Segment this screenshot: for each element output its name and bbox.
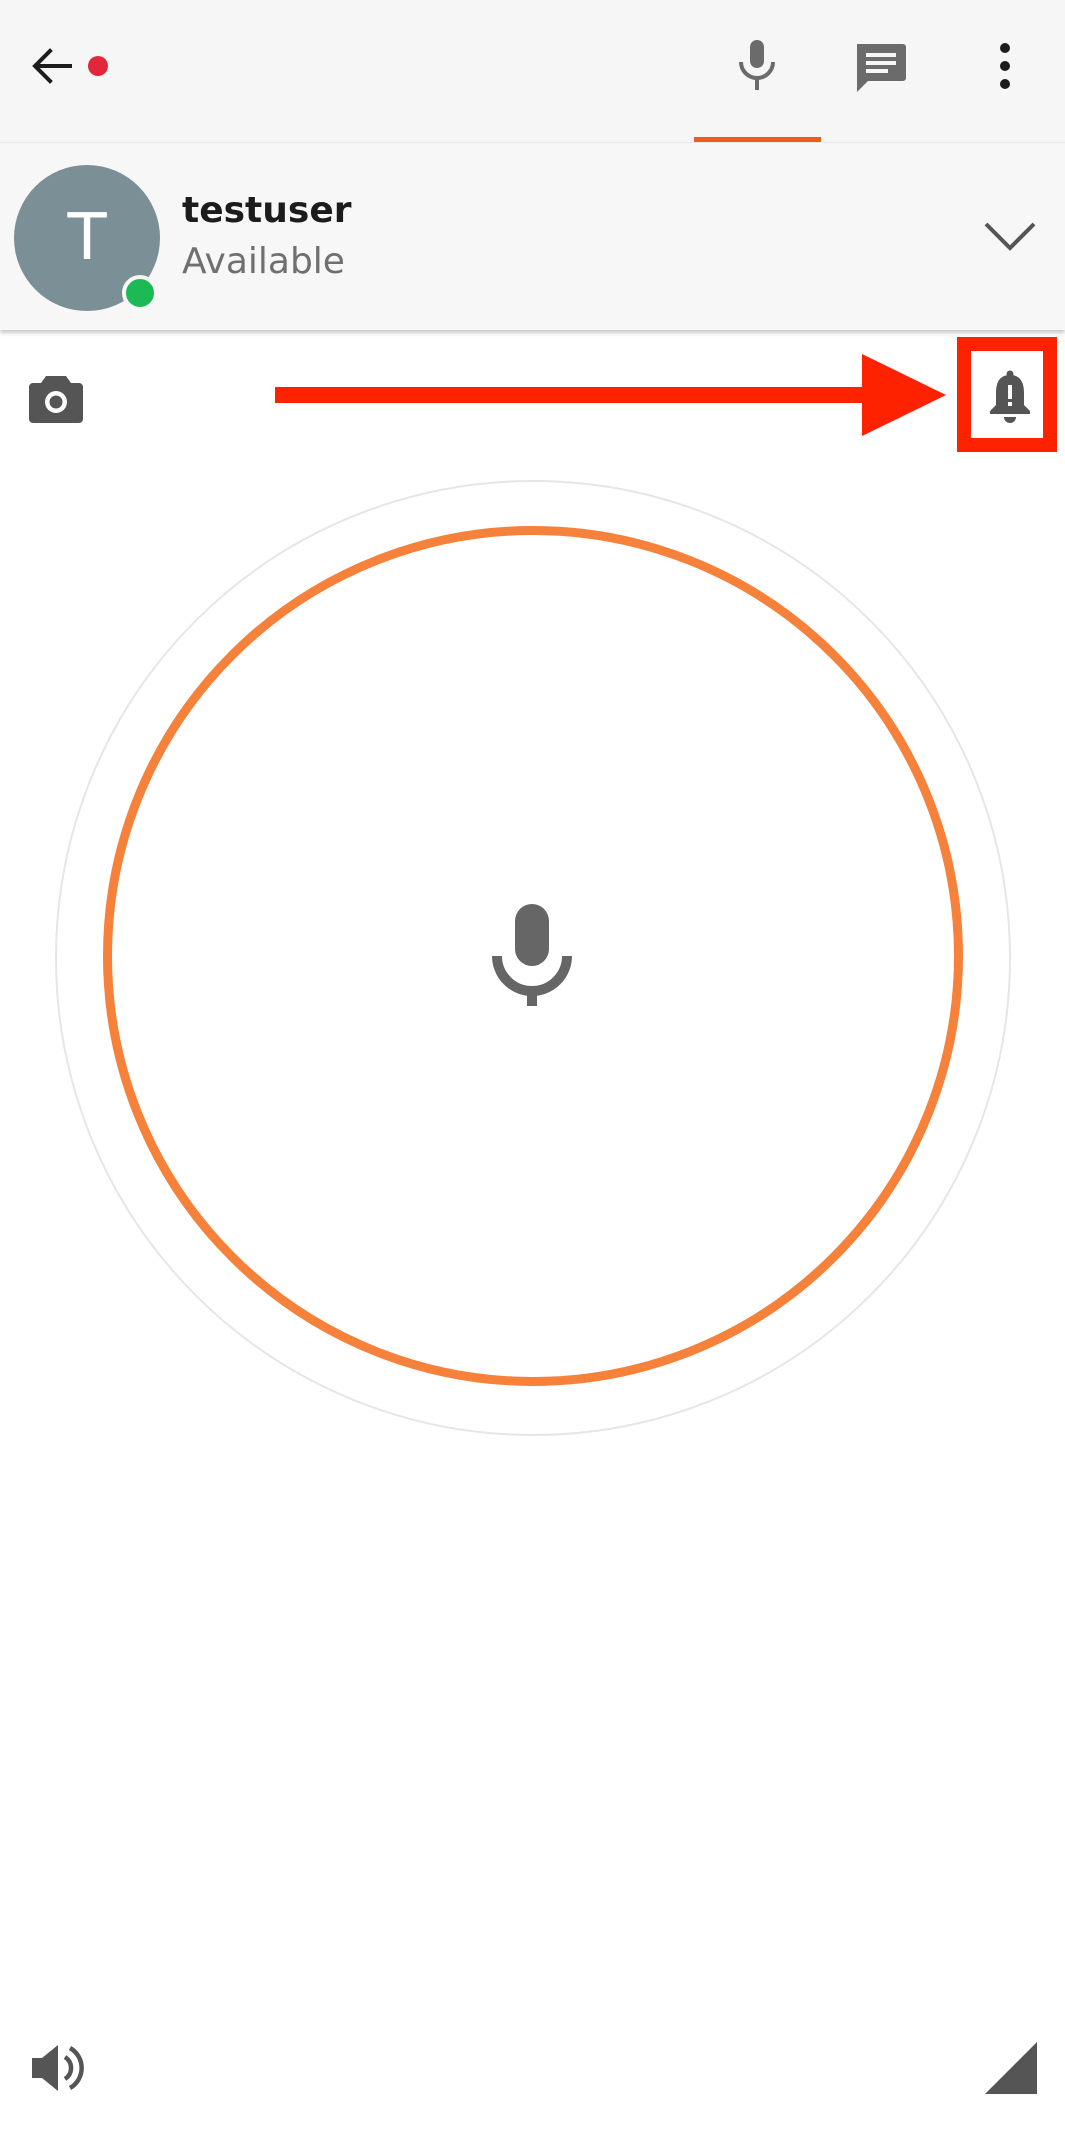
camera-button[interactable] (24, 368, 88, 428)
signal-triangle-icon (985, 2042, 1037, 2094)
expand-contact-button[interactable] (980, 210, 1040, 260)
arrow-left-icon (32, 48, 72, 84)
microphone-icon (739, 40, 775, 90)
microphone-icon (492, 904, 572, 1006)
tab-voice-indicator (694, 137, 821, 142)
tab-chat[interactable] (840, 30, 920, 110)
presence-indicator (122, 275, 158, 311)
speaker-button[interactable] (28, 2040, 88, 2096)
alert-button[interactable] (980, 365, 1040, 425)
chat-message-icon (857, 44, 906, 92)
contact-status: Available (182, 241, 345, 282)
back-button[interactable] (24, 38, 84, 94)
contact-name: testuser (182, 190, 352, 231)
annotation-arrow (275, 354, 946, 436)
chevron-down-icon (984, 222, 1036, 251)
more-options-button[interactable] (980, 36, 1030, 96)
speaker-volume-icon (32, 2045, 84, 2091)
more-vertical-icon (1000, 43, 1010, 89)
notification-dot (88, 56, 108, 76)
bell-alert-icon (990, 370, 1030, 423)
camera-icon (29, 376, 83, 423)
tab-voice[interactable] (694, 30, 821, 110)
